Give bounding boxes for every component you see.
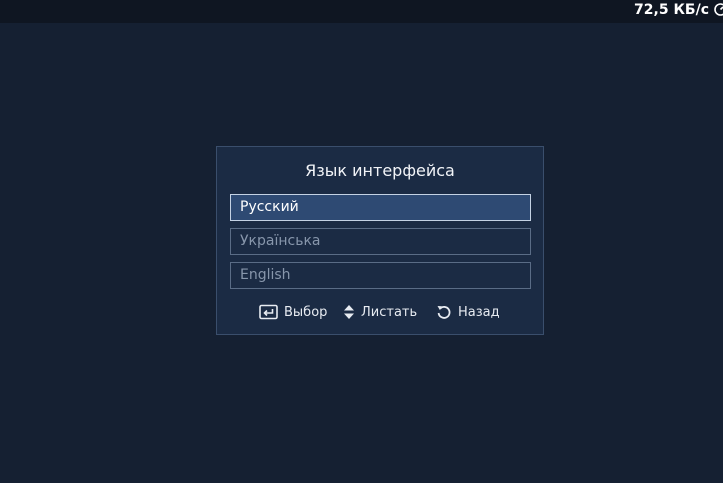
hint-scroll: Листать xyxy=(343,301,417,323)
hint-back: Назад xyxy=(436,301,500,323)
status-bar: 72,5 КБ/с xyxy=(0,0,723,23)
hint-back-label: Назад xyxy=(458,304,500,320)
language-option-ukrainian[interactable]: Українська xyxy=(230,228,531,255)
hint-select: Выбор xyxy=(259,301,327,323)
network-speed-value: 72,5 КБ/с xyxy=(634,2,709,18)
key-hints: Выбор Листать Назад xyxy=(217,301,543,323)
network-speed: 72,5 КБ/с xyxy=(634,0,709,20)
up-down-arrows-icon xyxy=(344,305,354,319)
language-option-label: English xyxy=(240,267,291,283)
hint-select-label: Выбор xyxy=(284,304,328,320)
language-dialog: Язык интерфейса Русский Українська Engli… xyxy=(216,146,544,335)
back-arrow-icon xyxy=(437,306,451,319)
language-option-english[interactable]: English xyxy=(230,262,531,289)
language-option-label: Українська xyxy=(240,233,321,249)
language-option-label: Русский xyxy=(240,199,299,215)
enter-icon xyxy=(259,304,278,320)
hint-scroll-label: Листать xyxy=(361,304,418,320)
language-option-russian[interactable]: Русский xyxy=(230,194,531,221)
speedometer-icon xyxy=(714,3,723,16)
dialog-title: Язык интерфейса xyxy=(305,161,455,180)
